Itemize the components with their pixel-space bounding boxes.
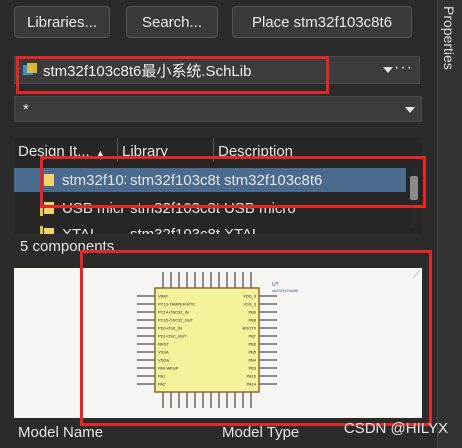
watermark: CSDN @HILYX bbox=[343, 420, 448, 437]
libraries-button[interactable]: Libraries... bbox=[14, 6, 110, 38]
pin-label-right: PB6 bbox=[248, 342, 256, 347]
pin-label-left: PA1 bbox=[158, 374, 166, 379]
cell-design-item: XTAL bbox=[62, 225, 99, 235]
resize-grip-icon[interactable]: ⟋ bbox=[413, 270, 420, 281]
cell-library: stm32f103c8t6 bbox=[130, 199, 220, 217]
pin-label-right: BOOT0 bbox=[242, 326, 256, 331]
cell-description: stm32f103c8t6 bbox=[224, 171, 323, 189]
pin-label-left: PC13-TAMPER-RTC bbox=[158, 302, 195, 307]
column-header-design-item[interactable]: Design It... ▲ bbox=[14, 138, 118, 162]
pin-label-right: PB7 bbox=[248, 334, 256, 339]
pin-label-right: PB9 bbox=[248, 310, 256, 315]
column-header-description[interactable]: Description bbox=[214, 138, 406, 162]
pin-label-left: PC14-OSC32_IN bbox=[158, 310, 189, 315]
pin-label-left: VBAT bbox=[158, 294, 169, 299]
column-header-label: Design It... bbox=[18, 143, 90, 160]
component-preview: U? stm32f103c8t6 VBAT PC13-TAMPER-RTC PC14… bbox=[14, 268, 422, 418]
cell-library: stm32f103c8t6 bbox=[130, 225, 220, 235]
pin-label-left: NRST bbox=[158, 342, 169, 347]
model-type-header[interactable]: Model Type bbox=[218, 424, 299, 448]
pin-label-left: VDDA bbox=[158, 358, 169, 363]
column-header-library[interactable]: Library bbox=[118, 138, 214, 162]
component-count: 5 components bbox=[20, 238, 115, 255]
search-button[interactable]: Search... bbox=[126, 6, 218, 38]
component-icon bbox=[40, 200, 62, 216]
scrollbar-thumb[interactable] bbox=[410, 176, 418, 200]
column-header-label: Library bbox=[122, 143, 168, 160]
component-icon bbox=[40, 172, 62, 188]
chip-part-name: stm32f103c8t6 bbox=[272, 288, 299, 293]
pin-label-right: PB3 bbox=[248, 366, 256, 371]
component-icon bbox=[40, 226, 62, 234]
table-header: Design It... ▲ Library Description bbox=[14, 138, 406, 162]
filter-select[interactable]: * bbox=[14, 96, 422, 122]
properties-tab-label: Properties bbox=[441, 6, 457, 70]
more-options-icon[interactable]: ··· bbox=[394, 59, 413, 77]
pin-label-left: VSSA bbox=[158, 350, 169, 355]
place-component-button[interactable]: Place stm32f103c8t6 bbox=[232, 6, 412, 38]
library-icon bbox=[23, 63, 37, 77]
cell-description: XTAL bbox=[224, 225, 261, 235]
pin-label-left: PC15-OSC32_OUT bbox=[158, 318, 194, 323]
pin-label-right: PB8 bbox=[248, 318, 256, 323]
library-select[interactable]: stm32f103c8t6最小系统.SchLib ··· bbox=[14, 56, 420, 84]
filter-select-value: * bbox=[23, 100, 29, 118]
sort-ascending-icon: ▲ bbox=[95, 148, 105, 158]
pin-label-left: PA2 bbox=[158, 382, 166, 387]
column-header-label: Description bbox=[218, 143, 294, 160]
pin-label-right: PB4 bbox=[248, 358, 256, 363]
table-row[interactable]: stm32f103c8t6 stm32f103c8t6 stm32f103c8t… bbox=[14, 168, 406, 192]
cell-library: stm32f103c8t6 bbox=[130, 171, 220, 189]
cell-design-item: USB micro bbox=[62, 199, 126, 217]
pin-label-left: PD0-OSC_IN bbox=[158, 326, 182, 331]
chip-symbol: U? stm32f103c8t6 VBATPC13-TAMPER-RTCPC14… bbox=[137, 272, 299, 408]
pin-label-right: PB5 bbox=[248, 350, 256, 355]
library-select-value: stm32f103c8t6最小系统.SchLib bbox=[43, 62, 252, 80]
pin-label-right: PA14 bbox=[247, 382, 257, 387]
pin-label-right: VSS_3 bbox=[244, 302, 257, 307]
pin-label-right: VDD_3 bbox=[243, 294, 257, 299]
table-row[interactable]: USB micro stm32f103c8t6 USB micro bbox=[14, 196, 406, 220]
table-scrollbar[interactable] bbox=[410, 168, 418, 228]
pin-label-right: PA15 bbox=[247, 374, 257, 379]
chevron-down-icon[interactable] bbox=[383, 67, 393, 73]
table-row[interactable]: XTAL stm32f103c8t6 XTAL bbox=[14, 222, 406, 234]
chevron-down-icon[interactable] bbox=[405, 107, 415, 113]
model-name-header[interactable]: Model Name bbox=[14, 424, 218, 448]
pin-label-left: PA0-WKUP bbox=[158, 366, 179, 371]
pin-label-left: PD1-OSC_OUT bbox=[158, 334, 187, 339]
cell-design-item: stm32f103c8t6 bbox=[62, 171, 126, 189]
cell-description: USB micro bbox=[224, 199, 296, 217]
properties-side-tab[interactable]: Properties bbox=[437, 0, 462, 448]
component-table: Design It... ▲ Library Description stm32… bbox=[14, 138, 422, 234]
